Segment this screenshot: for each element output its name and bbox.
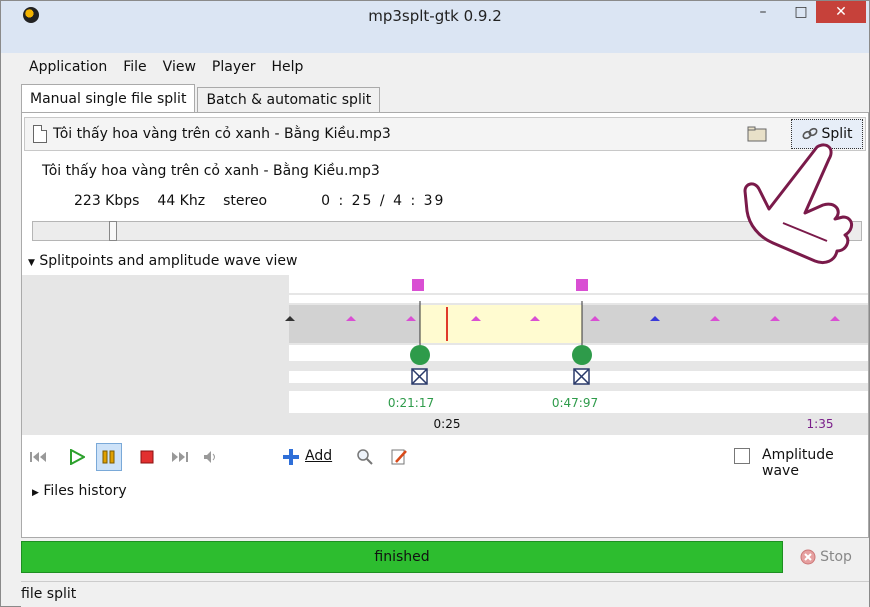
- progress-text: finished: [374, 549, 430, 565]
- remove-splitpoint-icon[interactable]: [573, 368, 590, 385]
- files-history-label: Files history: [43, 483, 127, 499]
- menu-file[interactable]: File: [115, 59, 154, 75]
- edit-splitpoint-button[interactable]: [388, 447, 410, 467]
- menu-application[interactable]: Application: [21, 59, 115, 75]
- stop-label: Stop: [820, 549, 852, 565]
- status-text: file split: [21, 586, 77, 602]
- status-bar: file split: [21, 581, 869, 607]
- collapsed-arrow-icon: ▶: [32, 488, 39, 498]
- splitpoint-marker-2[interactable]: [576, 279, 588, 291]
- progress-bar: finished: [21, 541, 783, 573]
- time-cursor-label: 0:25: [434, 417, 461, 431]
- frequency: 44 Khz: [157, 193, 206, 209]
- amplitude-wave-label[interactable]: Amplitude wave: [762, 447, 864, 479]
- previous-button[interactable]: [28, 447, 50, 467]
- zoom-button[interactable]: [354, 447, 376, 467]
- splitpoint-time-1: 0:21:17: [388, 396, 434, 410]
- time-end-label: 1:35: [807, 417, 834, 431]
- splitpoint-handle-2[interactable]: [572, 345, 592, 365]
- file-icon: [33, 125, 47, 143]
- expand-arrow-icon: ▼: [28, 258, 35, 268]
- menu-view[interactable]: View: [155, 59, 204, 75]
- bitrate: 223 Kbps: [74, 193, 140, 209]
- song-info: 223 Kbps 44 Khz stereo 0 : 25 / 4 : 39: [74, 193, 463, 209]
- volume-button[interactable]: [200, 447, 222, 467]
- tab-strip: Manual single file split Batch & automat…: [21, 84, 381, 114]
- stop-playback-button[interactable]: [136, 447, 158, 467]
- title-bar: mp3splt-gtk 0.9.2 – □ ✕: [1, 1, 869, 53]
- tab-manual-split[interactable]: Manual single file split: [21, 84, 196, 114]
- stop-icon: [140, 450, 154, 464]
- wave-section-label: Splitpoints and amplitude wave view: [39, 253, 298, 269]
- file-name: Tôi thấy hoa vàng trên cỏ xanh - Bằng Ki…: [53, 126, 391, 142]
- menu-bar: Application File View Player Help: [21, 54, 869, 80]
- window-title: mp3splt-gtk 0.9.2: [368, 7, 502, 25]
- player-toolbar: Add Amplitude wave: [28, 443, 864, 479]
- splitpoint-handle-1[interactable]: [410, 345, 430, 365]
- seek-thumb[interactable]: [109, 221, 117, 241]
- menu-player[interactable]: Player: [204, 59, 264, 75]
- plus-icon: [283, 449, 299, 465]
- menu-help[interactable]: Help: [263, 59, 311, 75]
- app-window: mp3splt-gtk 0.9.2 – □ ✕ Application File…: [0, 0, 870, 607]
- add-splitpoint-button[interactable]: [280, 447, 302, 467]
- seek-bar[interactable]: [32, 221, 862, 241]
- pointing-hand-icon: [743, 143, 853, 265]
- channel-mode: stereo: [223, 193, 268, 209]
- progress-area: finished Stop: [21, 539, 869, 577]
- stop-split-button[interactable]: Stop: [789, 541, 863, 573]
- files-history-toggle[interactable]: ▶ Files history: [32, 483, 127, 499]
- magnifier-icon: [357, 449, 373, 465]
- next-button[interactable]: [168, 447, 190, 467]
- play-button[interactable]: [66, 447, 88, 467]
- selected-segment: [420, 305, 582, 343]
- time-display: 0 : 25 / 4 : 39: [321, 193, 446, 209]
- speaker-icon: [204, 451, 215, 463]
- splitpoint-view[interactable]: 0:21:17 0:47:97 0:25 1:35: [22, 275, 868, 435]
- skip-back-icon: [30, 452, 46, 462]
- wave-row-gap: [289, 295, 868, 303]
- close-button[interactable]: ✕: [816, 1, 866, 23]
- skip-forward-icon: [172, 452, 188, 462]
- amplitude-wave-checkbox[interactable]: [734, 448, 750, 464]
- pause-button[interactable]: [96, 443, 122, 471]
- remove-splitpoint-icon[interactable]: [411, 368, 428, 385]
- splitpoint-time-2: 0:47:97: [552, 396, 598, 410]
- add-label[interactable]: Add: [305, 448, 332, 464]
- play-icon: [70, 449, 85, 465]
- wave-section-toggle[interactable]: ▼ Splitpoints and amplitude wave view: [28, 253, 297, 269]
- edit-icon: [391, 449, 407, 465]
- pause-icon: [102, 450, 115, 464]
- tab-batch-split[interactable]: Batch & automatic split: [197, 87, 381, 112]
- splitpoint-marker-1[interactable]: [412, 279, 424, 291]
- cancel-icon: [800, 549, 816, 565]
- song-title: Tôi thấy hoa vàng trên cỏ xanh - Bằng Ki…: [42, 163, 380, 179]
